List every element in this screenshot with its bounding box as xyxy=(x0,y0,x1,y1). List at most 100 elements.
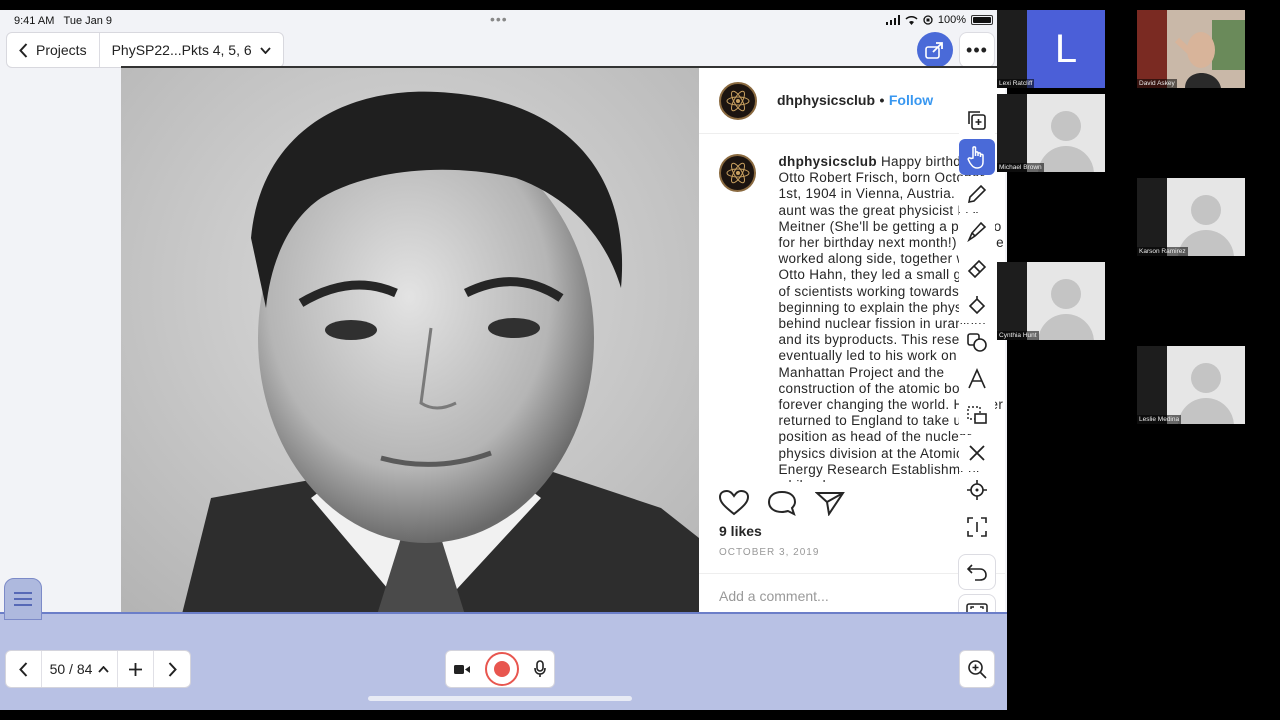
laser-icon xyxy=(967,480,987,500)
pencil-icon xyxy=(967,184,987,204)
page-navigator: 50 / 84 xyxy=(5,650,191,688)
lasso-icon xyxy=(967,406,987,424)
document-title: PhySP22...Pkts 4, 5, 6 xyxy=(111,42,252,58)
avatar xyxy=(1167,178,1245,256)
undo-icon xyxy=(967,564,987,581)
follow-link[interactable]: Follow xyxy=(889,92,933,108)
participant-name: Lexi Ratcliff xyxy=(997,79,1035,88)
caption-username: dhphysicsclub xyxy=(778,154,877,169)
close-tool[interactable] xyxy=(959,435,995,471)
multitask-dots-icon[interactable]: ••• xyxy=(490,11,508,27)
post-date: OCTOBER 3, 2019 xyxy=(719,547,820,558)
participant-tile[interactable]: David Askey xyxy=(1137,10,1245,88)
status-bar: 9:41 AM Tue Jan 9 ••• 100% xyxy=(0,10,1007,32)
video-icon[interactable] xyxy=(453,664,470,675)
recording-controls xyxy=(445,650,555,688)
page-number: 50 / 84 xyxy=(49,661,93,677)
participant-name: Karson Ramirez xyxy=(1137,247,1188,256)
mic-icon[interactable] xyxy=(534,660,547,678)
laser-tool[interactable] xyxy=(959,472,995,508)
avatar xyxy=(1027,94,1105,172)
participant-tile[interactable]: Leslie Medina xyxy=(1137,346,1245,424)
post-username[interactable]: dhphysicsclub xyxy=(777,92,875,108)
back-chevron-icon xyxy=(19,42,28,58)
send-icon[interactable] xyxy=(815,490,845,516)
back-to-projects-button[interactable]: Projects xyxy=(7,33,100,67)
participant-name: Leslie Medina xyxy=(1137,415,1182,424)
battery-icon xyxy=(971,15,993,25)
participant-tile[interactable]: L Lexi Ratcliff xyxy=(997,10,1105,88)
club-logo-avatar[interactable] xyxy=(719,81,757,120)
marker-icon xyxy=(967,221,987,242)
add-page-button[interactable] xyxy=(118,651,154,687)
sidebar-icon xyxy=(14,592,32,606)
prev-icon xyxy=(19,661,28,677)
share-button[interactable] xyxy=(917,32,953,68)
zoom-button[interactable] xyxy=(959,650,995,688)
heart-icon[interactable] xyxy=(719,490,749,516)
participant-tile[interactable]: Cynthia Hunt xyxy=(997,262,1105,340)
slide-canvas[interactable]: dhphysicsclub • Follow dhphysicsclub Hap… xyxy=(121,66,1005,618)
prev-page-button[interactable] xyxy=(6,651,42,687)
pencil-tool[interactable] xyxy=(959,176,995,212)
participant-name: Cynthia Hunt xyxy=(997,331,1039,340)
copy-tool[interactable] xyxy=(959,102,995,138)
hand-icon xyxy=(967,146,984,169)
video-feed xyxy=(1137,10,1245,88)
eraser-tool[interactable] xyxy=(959,250,995,286)
participant-tile[interactable]: Michael Brown xyxy=(997,94,1105,172)
avatar xyxy=(1167,346,1245,424)
text-icon xyxy=(968,368,986,389)
chevron-up-icon xyxy=(98,665,110,673)
caption-avatar[interactable] xyxy=(719,154,757,192)
status-indicators: 100% xyxy=(885,14,993,26)
document-title-dropdown[interactable]: PhySP22...Pkts 4, 5, 6 xyxy=(100,42,283,58)
participant-name: Michael Brown xyxy=(997,163,1044,172)
atom-icon xyxy=(726,90,750,111)
zoom-icon xyxy=(968,660,987,679)
annotation-toolbar xyxy=(958,102,996,546)
status-time: 9:41 AM Tue Jan 9 xyxy=(14,15,113,27)
next-page-button[interactable] xyxy=(154,651,190,687)
post-actions xyxy=(719,490,845,516)
add-page-icon xyxy=(129,662,142,676)
undo-button[interactable] xyxy=(958,554,996,590)
avatar xyxy=(1027,262,1105,340)
more-icon: ••• xyxy=(966,39,988,60)
record-icon xyxy=(493,661,510,677)
chevron-down-icon xyxy=(259,46,271,54)
ipad-screen: 9:41 AM Tue Jan 9 ••• 100% Projects PhyS… xyxy=(0,10,1007,710)
atom-icon xyxy=(726,162,750,184)
shapes-icon xyxy=(967,333,987,352)
participant-name: David Askey xyxy=(1137,79,1177,88)
select-icon xyxy=(967,517,987,537)
initial-avatar: L xyxy=(1027,10,1105,88)
marker-tool[interactable] xyxy=(959,213,995,249)
select-tool[interactable] xyxy=(959,509,995,545)
portrait-photo xyxy=(121,68,699,618)
more-button[interactable]: ••• xyxy=(959,32,995,68)
fill-tool[interactable] xyxy=(959,287,995,323)
comment-icon[interactable] xyxy=(767,490,797,516)
back-label: Projects xyxy=(36,42,87,58)
page-indicator[interactable]: 50 / 84 xyxy=(42,651,118,687)
text-tool[interactable] xyxy=(959,361,995,397)
document-toolbar: Projects PhySP22...Pkts 4, 5, 6 xyxy=(6,32,284,68)
share-icon xyxy=(925,42,943,59)
participant-tile[interactable]: Karson Ramirez xyxy=(1137,178,1245,256)
hand-tool[interactable] xyxy=(959,139,995,175)
close-icon xyxy=(969,445,985,461)
copy-icon xyxy=(968,111,986,130)
sidebar-toggle[interactable] xyxy=(4,578,42,620)
eraser-icon xyxy=(967,259,987,279)
lasso-tool[interactable] xyxy=(959,398,995,434)
signal-icon xyxy=(885,15,900,25)
record-button[interactable] xyxy=(484,652,519,686)
home-indicator[interactable] xyxy=(368,696,632,701)
wifi-icon xyxy=(905,16,918,25)
next-icon xyxy=(168,661,177,677)
likes-count: 9 likes xyxy=(719,523,762,539)
screen: 9:41 AM Tue Jan 9 ••• 100% Projects PhyS… xyxy=(0,0,1280,720)
shapes-tool[interactable] xyxy=(959,324,995,360)
fill-icon xyxy=(968,296,986,315)
